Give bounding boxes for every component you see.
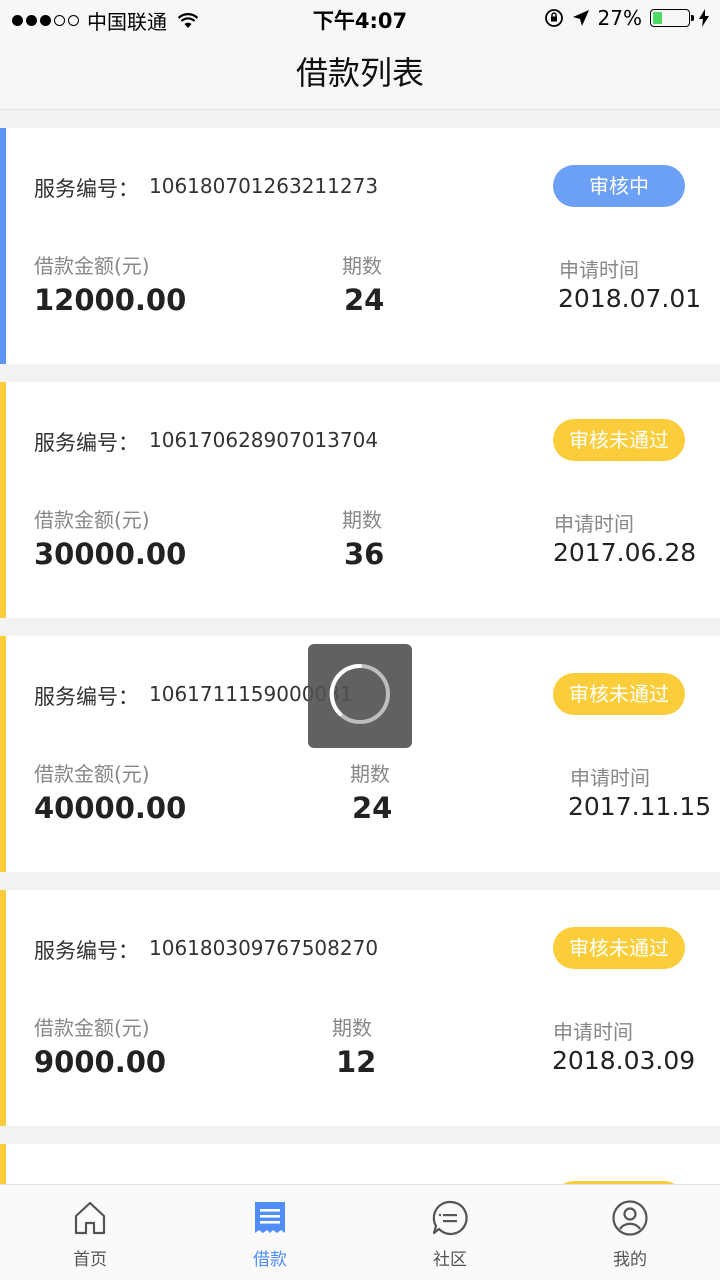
profile-icon <box>612 1200 648 1236</box>
battery-icon <box>650 9 694 27</box>
amount-label: 借款金额(元) <box>34 762 150 786</box>
service-number-label: 服务编号： <box>34 431 139 455</box>
status-stripe <box>0 636 6 872</box>
tab-bar: 首页 借款 社区 我的 <box>0 1184 720 1280</box>
tab-profile[interactable]: 我的 <box>540 1185 720 1280</box>
loan-amount: 30000.00 <box>34 537 187 571</box>
service-number-row: 服务编号： 106170628907013704 <box>34 427 378 457</box>
apply-time: 2018.07.01 <box>558 284 702 313</box>
apply-time-label: 申请时间 <box>559 258 639 282</box>
periods-label: 期数 <box>332 1016 372 1040</box>
navigation-bar: 借款列表 <box>0 36 720 110</box>
periods-label: 期数 <box>342 508 382 532</box>
service-number: 106170628907013704 <box>149 428 379 452</box>
loan-card[interactable]: 服务编号： 106180309767508270 审核未通过 借款金额(元) 9… <box>0 890 720 1126</box>
service-number-row: 服务编号： 106180309767508270 <box>34 935 378 965</box>
community-chat-icon <box>432 1200 468 1236</box>
status-badge: 审核未通过 <box>553 419 685 461</box>
apply-time: 2017.11.15 <box>568 792 712 821</box>
home-icon <box>74 1201 106 1235</box>
loading-overlay <box>308 644 412 748</box>
charging-bolt-icon <box>699 9 709 27</box>
apply-time: 2017.06.28 <box>553 538 697 567</box>
tab-label: 我的 <box>613 1250 647 1270</box>
battery-level <box>653 12 663 24</box>
status-stripe <box>0 890 6 1126</box>
status-stripe <box>0 128 6 364</box>
amount-label: 借款金额(元) <box>34 1016 150 1040</box>
tab-home[interactable]: 首页 <box>0 1185 180 1280</box>
battery-percent: 27% <box>597 6 642 30</box>
tab-community[interactable]: 社区 <box>360 1185 540 1280</box>
page-title: 借款列表 <box>295 54 424 92</box>
service-number-row: 服务编号： 1061711159000031 <box>34 681 353 711</box>
loan-periods: 24 <box>352 791 393 825</box>
loan-card[interactable]: 服务编号： 106180701263211273 审核中 借款金额(元) 120… <box>0 128 720 364</box>
periods-label: 期数 <box>342 254 382 278</box>
tab-label: 社区 <box>433 1250 467 1270</box>
rotation-lock-icon <box>544 9 563 27</box>
loan-periods: 12 <box>336 1045 377 1079</box>
status-badge: 审核未通过 <box>553 927 685 969</box>
apply-time-label: 申请时间 <box>570 766 650 790</box>
loan-periods: 36 <box>344 537 385 571</box>
service-number-label: 服务编号： <box>34 685 139 709</box>
tab-loans[interactable]: 借款 <box>180 1185 360 1280</box>
service-number: 106180309767508270 <box>149 936 379 960</box>
periods-label: 期数 <box>350 762 390 786</box>
service-number: 106180701263211273 <box>149 174 379 198</box>
tab-label: 首页 <box>73 1250 107 1270</box>
loading-spinner-icon <box>329 663 390 724</box>
status-badge: 审核未通过 <box>553 673 685 715</box>
loan-document-icon <box>255 1202 285 1233</box>
loan-amount: 40000.00 <box>34 791 187 825</box>
tab-label: 借款 <box>253 1250 287 1270</box>
service-number-row: 服务编号： 106180701263211273 <box>34 173 378 203</box>
amount-label: 借款金额(元) <box>34 508 150 532</box>
service-number-label: 服务编号： <box>34 939 139 963</box>
loan-amount: 9000.00 <box>34 1045 167 1079</box>
loan-card[interactable]: 服务编号： 106170628907013704 审核未通过 借款金额(元) 3… <box>0 382 720 618</box>
loan-periods: 24 <box>344 283 385 317</box>
service-number-label: 服务编号： <box>34 177 139 201</box>
status-stripe <box>0 382 6 618</box>
apply-time-label: 申请时间 <box>553 1020 633 1044</box>
status-bar: 中国联通 下午4:07 27% <box>0 0 720 36</box>
apply-time: 2018.03.09 <box>552 1046 696 1075</box>
amount-label: 借款金额(元) <box>34 254 150 278</box>
loan-amount: 12000.00 <box>34 283 187 317</box>
location-arrow-icon <box>572 10 589 26</box>
apply-time-label: 申请时间 <box>554 512 634 536</box>
status-badge: 审核中 <box>553 165 685 207</box>
status-right: 27% <box>544 6 710 30</box>
